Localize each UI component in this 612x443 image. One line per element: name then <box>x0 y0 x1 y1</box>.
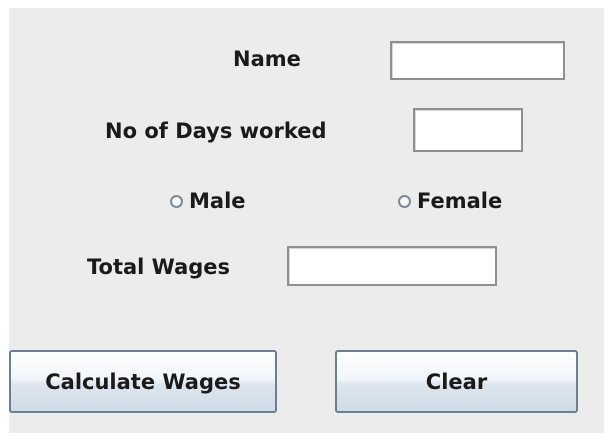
male-radio[interactable]: Male <box>170 191 246 212</box>
calculate-wages-button[interactable]: Calculate Wages <box>9 350 277 413</box>
name-input[interactable] <box>390 41 565 80</box>
wage-calculator-form: Name No of Days worked Male Female Total… <box>9 8 604 433</box>
radio-button-icon[interactable] <box>170 195 183 208</box>
days-worked-label: No of Days worked <box>105 119 327 143</box>
days-worked-input[interactable] <box>413 108 523 152</box>
radio-button-icon[interactable] <box>398 195 411 208</box>
total-wages-output[interactable] <box>287 246 497 286</box>
total-wages-label: Total Wages <box>87 255 231 279</box>
male-radio-label: Male <box>189 189 246 213</box>
female-radio-label: Female <box>417 189 503 213</box>
female-radio[interactable]: Female <box>398 191 502 212</box>
name-label: Name <box>233 47 301 71</box>
clear-button[interactable]: Clear <box>335 350 578 413</box>
